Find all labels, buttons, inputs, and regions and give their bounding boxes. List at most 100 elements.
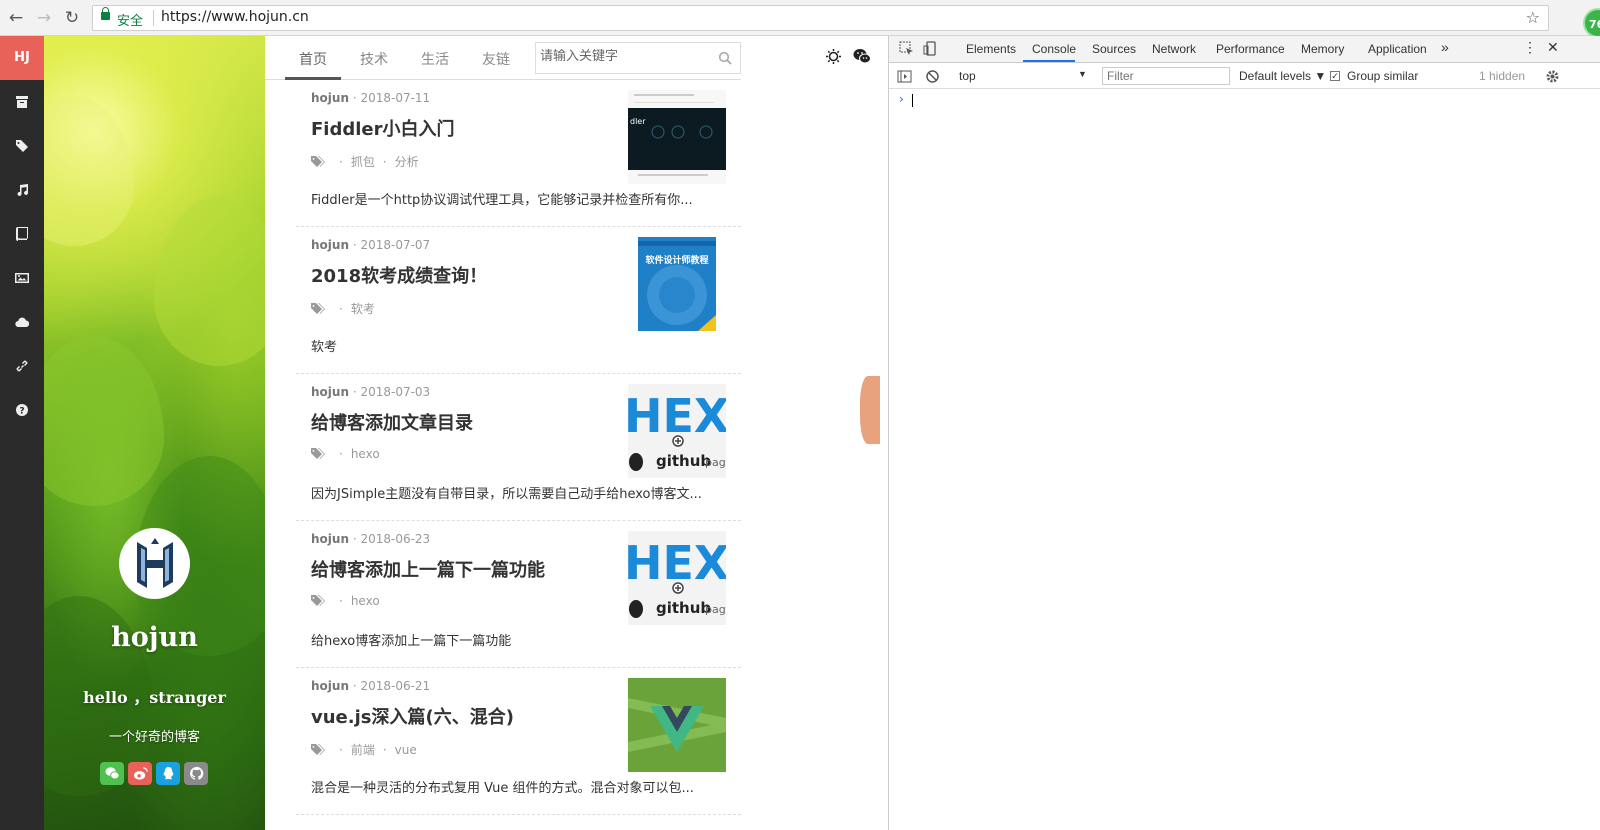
github-text: github: [656, 452, 711, 470]
post-item[interactable]: hojun · 2018-07-11 Fiddler小白入门 · 抓包 · 分析 F…: [296, 80, 741, 227]
book-icon[interactable]: [0, 212, 44, 256]
search-input[interactable]: [540, 49, 710, 64]
url-text[interactable]: https://www.hojun.cn: [161, 9, 309, 25]
devtools-panel: Elements Console Sources Network Perform…: [888, 36, 1600, 830]
wechat-icon[interactable]: [853, 48, 871, 64]
tab-elements[interactable]: Elements: [966, 42, 1016, 56]
tab-life[interactable]: 生活: [421, 49, 449, 69]
mascot-widget[interactable]: [860, 376, 880, 444]
address-bar[interactable]: 安全 https://www.hojun.cn ☆: [92, 5, 1549, 31]
log-levels-dropdown[interactable]: Default levels ▼: [1239, 69, 1326, 83]
back-button[interactable]: ←: [6, 8, 26, 28]
theme-toggle-icon[interactable]: [826, 49, 841, 64]
post-tag[interactable]: 软考: [351, 300, 375, 317]
tab-application[interactable]: Application: [1368, 42, 1427, 56]
extension-badge[interactable]: 76: [1583, 8, 1600, 38]
forward-button[interactable]: →: [34, 8, 54, 28]
tab-performance[interactable]: Performance: [1216, 42, 1285, 56]
avatar[interactable]: [119, 528, 190, 599]
post-item[interactable]: hojun · 2018-07-03 给博客添加文章目录 · hexo 因为JSi…: [296, 374, 741, 521]
post-title[interactable]: Fiddler小白入门: [311, 115, 455, 141]
hexo-github-image: HEX github pag: [628, 531, 726, 625]
post-title[interactable]: 给博客添加文章目录: [311, 409, 473, 435]
link-icon[interactable]: [0, 344, 44, 388]
post-meta: hojun · 2018-06-21: [311, 679, 430, 693]
post-tag[interactable]: hexo: [351, 447, 380, 461]
chevron-down-icon[interactable]: ▼: [1078, 69, 1087, 79]
post-item[interactable]: hojun · 2018-07-07 2018软考成绩查询！ · 软考 软考 软件…: [296, 227, 741, 374]
post-author: hojun: [311, 238, 349, 252]
archive-icon[interactable]: [0, 80, 44, 124]
tags-icon[interactable]: [0, 124, 44, 168]
post-excerpt: 软考: [311, 340, 338, 355]
tab-home[interactable]: 首页: [299, 49, 327, 69]
site-logo[interactable]: HJ: [0, 36, 44, 80]
tab-network[interactable]: Network: [1152, 42, 1196, 56]
post-date: · 2018-06-23: [352, 532, 431, 546]
post-date: · 2018-07-07: [352, 238, 431, 252]
post-tag[interactable]: hexo: [351, 594, 380, 608]
context-selector[interactable]: top: [959, 69, 976, 83]
tab-memory[interactable]: Memory: [1301, 42, 1344, 56]
post-title[interactable]: 2018软考成绩查询！: [311, 262, 487, 288]
address-divider: [153, 10, 154, 26]
tab-tech[interactable]: 技术: [360, 49, 388, 69]
fiddler-screenshot-image: dler: [628, 90, 726, 184]
post-meta: hojun · 2018-07-11: [311, 91, 430, 105]
more-tabs-button[interactable]: »: [1441, 39, 1449, 55]
post-tags: · 前端 · vue: [311, 741, 417, 758]
post-tags: · hexo: [311, 447, 380, 461]
profile-panel: hojun hello ，stranger 一个好奇的博客: [44, 36, 265, 830]
post-thumbnail[interactable]: HEX github pag: [628, 384, 726, 478]
post-thumbnail[interactable]: dler: [628, 90, 726, 184]
fiddler-label: dler: [630, 117, 646, 126]
post-thumbnail[interactable]: [628, 678, 726, 772]
qq-icon[interactable]: [156, 762, 180, 785]
background-leaf: [154, 196, 265, 366]
close-icon[interactable]: ✕: [1547, 39, 1559, 56]
post-tag[interactable]: vue: [395, 743, 417, 757]
post-thumbnail[interactable]: HEX github pag: [628, 531, 726, 625]
post-item[interactable]: hojun · 2018-06-23 给博客添加上一篇下一篇功能 · hexo 给…: [296, 521, 741, 668]
clear-console-icon[interactable]: [925, 69, 940, 84]
wechat-icon[interactable]: [100, 762, 124, 785]
secure-label: 安全: [117, 14, 144, 29]
post-excerpt: Fiddler是一个http协议调试代理工具，它能够记录并检查所有你...: [311, 193, 693, 208]
post-title[interactable]: vue.js深入篇(六、混合): [311, 703, 514, 729]
post-tags: · hexo: [311, 594, 380, 608]
sidebar-toggle-icon[interactable]: [897, 69, 912, 84]
bookmark-star-icon[interactable]: ☆: [1526, 8, 1540, 27]
post-tag[interactable]: 分析: [395, 153, 419, 170]
tags-icon: [311, 302, 325, 314]
gear-icon[interactable]: [1545, 69, 1560, 84]
music-icon[interactable]: [0, 168, 44, 212]
post-excerpt: 混合是一种灵活的分布式复用 Vue 组件的方式。混合对象可以包...: [311, 781, 694, 796]
pages-text: pag: [705, 603, 726, 616]
github-icon[interactable]: [184, 762, 208, 785]
reload-button[interactable]: ↻: [62, 8, 82, 28]
blog-page: 首页 技术 生活 友链 hojun · 2018-07-11 Fiddler小白…: [265, 36, 879, 830]
console-input-caret[interactable]: [912, 94, 913, 107]
tab-sources[interactable]: Sources: [1092, 42, 1136, 56]
search-icon[interactable]: [718, 51, 732, 65]
filter-input[interactable]: [1102, 67, 1230, 85]
tab-links[interactable]: 友链: [482, 49, 510, 69]
cloud-icon[interactable]: [0, 300, 44, 344]
post-tag[interactable]: 抓包: [351, 153, 375, 170]
tags-icon: [311, 595, 325, 606]
post-thumbnail[interactable]: 软件设计师教程: [638, 237, 716, 331]
help-icon[interactable]: ?: [0, 388, 44, 432]
devtools-menu-icon[interactable]: ⋮: [1523, 39, 1537, 56]
image-icon[interactable]: [0, 256, 44, 300]
inspect-element-icon[interactable]: [899, 41, 914, 56]
tab-console[interactable]: Console: [1032, 42, 1076, 56]
post-excerpt: 给hexo博客添加上一篇下一篇功能: [311, 634, 512, 649]
post-title[interactable]: 给博客添加上一篇下一篇功能: [311, 556, 545, 582]
device-toolbar-icon[interactable]: [923, 41, 938, 56]
group-similar-checkbox[interactable]: ✓: [1330, 71, 1340, 81]
weibo-icon[interactable]: [128, 762, 152, 785]
icon-sidebar: HJ ?: [0, 36, 44, 830]
post-item[interactable]: hojun · 2018-06-21 vue.js深入篇(六、混合) · 前端 ·…: [296, 668, 741, 815]
post-tags: · 软考: [311, 300, 375, 317]
post-tag[interactable]: 前端: [351, 741, 375, 758]
